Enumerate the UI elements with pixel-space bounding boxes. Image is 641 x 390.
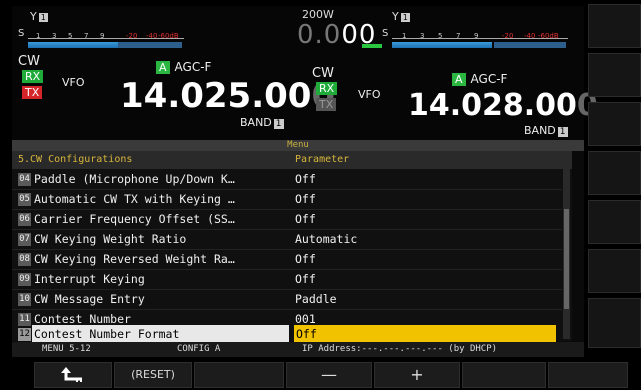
- return-arrow-icon: [61, 367, 82, 382]
- menu-position: MENU 5-12: [42, 344, 91, 354]
- transceiver-status-area: Y1 S 1 3 5 7 9 -20 -40 -60dB CW RX TX VF…: [12, 6, 598, 140]
- antenna-indicator-sub: Y1: [392, 10, 410, 23]
- sub-link-indicator: [362, 44, 382, 48]
- menu-group-title: 5.CW Configurations: [18, 154, 133, 165]
- side-key-3[interactable]: [588, 102, 641, 146]
- scrollbar-thumb[interactable]: [564, 209, 569, 309]
- side-key-1[interactable]: [588, 4, 641, 48]
- s-meter-main: S 1 3 5 7 9 -20 -40 -60dB: [18, 26, 188, 54]
- reset-button[interactable]: (RESET): [114, 362, 192, 388]
- config-label: CONFIG A: [177, 344, 221, 354]
- status-bar: MENU 5-12 CONFIG A IP Address:---.---.--…: [12, 342, 584, 357]
- menu-row[interactable]: 09 Interrupt Keying Off: [12, 270, 572, 289]
- menu-header: 5.CW Configurations Parameter: [12, 151, 572, 169]
- side-key-7[interactable]: [588, 298, 641, 348]
- radio-display: Y1 S 1 3 5 7 9 -20 -40 -60dB CW RX TX VF…: [12, 6, 598, 357]
- frequency-main: 14.025.000: [120, 76, 336, 116]
- back-button[interactable]: [34, 362, 112, 388]
- menu-scrollbar[interactable]: [563, 169, 570, 339]
- rx-indicator-main: RX: [22, 70, 44, 83]
- ip-address: IP Address:---.---.---.--- (by DHCP): [302, 344, 498, 354]
- agc-main: A AGC-F: [156, 60, 211, 74]
- rx-indicator-sub: RX: [316, 82, 338, 95]
- side-key-2[interactable]: [588, 53, 641, 97]
- soft-key-6[interactable]: [462, 362, 546, 388]
- side-key-6[interactable]: [588, 249, 641, 293]
- side-key-4[interactable]: [588, 151, 641, 195]
- soft-key-bar: (RESET) — +: [0, 362, 641, 390]
- soft-key-7[interactable]: [548, 362, 628, 388]
- menu-row[interactable]: 10 CW Message Entry Paddle: [12, 290, 572, 309]
- tx-indicator-main: TX: [22, 86, 43, 99]
- menu-row[interactable]: 05 Automatic CW TX with Keying … Off: [12, 190, 572, 209]
- agc-sub: A AGC-F: [452, 72, 507, 86]
- frequency-sub: 14.028.000: [408, 88, 598, 123]
- menu-list: 5.CW Configurations Parameter 04 Paddle (…: [12, 151, 572, 344]
- tx-indicator-sub: TX: [316, 98, 337, 111]
- band-sub: BAND 1: [524, 124, 568, 137]
- minus-button[interactable]: —: [286, 362, 372, 388]
- band-main: BAND 1: [240, 116, 284, 129]
- menu-row[interactable]: 04 Paddle (Microphone Up/Down K… Off: [12, 170, 572, 189]
- soft-key-3[interactable]: [194, 362, 284, 388]
- menu-row[interactable]: 06 Carrier Frequency Offset (SS… Off: [12, 210, 572, 229]
- vfo-label-main: VFO: [62, 76, 85, 89]
- mode-sub: CW: [312, 66, 334, 81]
- side-key-5[interactable]: [588, 200, 641, 244]
- menu-title: Menu: [12, 140, 584, 151]
- plus-button[interactable]: +: [374, 362, 460, 388]
- parameter-column-header: Parameter: [295, 154, 350, 165]
- mode-main: CW: [18, 54, 40, 69]
- vfo-label-sub: VFO: [358, 88, 381, 101]
- s-meter-sub: S 1 3 5 7 9 -20 -40 -60dB: [382, 26, 572, 54]
- menu-row[interactable]: 08 CW Keying Reversed Weight Ra… Off: [12, 250, 572, 269]
- menu-row[interactable]: 07 CW Keying Weight Ratio Automatic: [12, 230, 572, 249]
- antenna-indicator-main: Y1: [30, 10, 48, 23]
